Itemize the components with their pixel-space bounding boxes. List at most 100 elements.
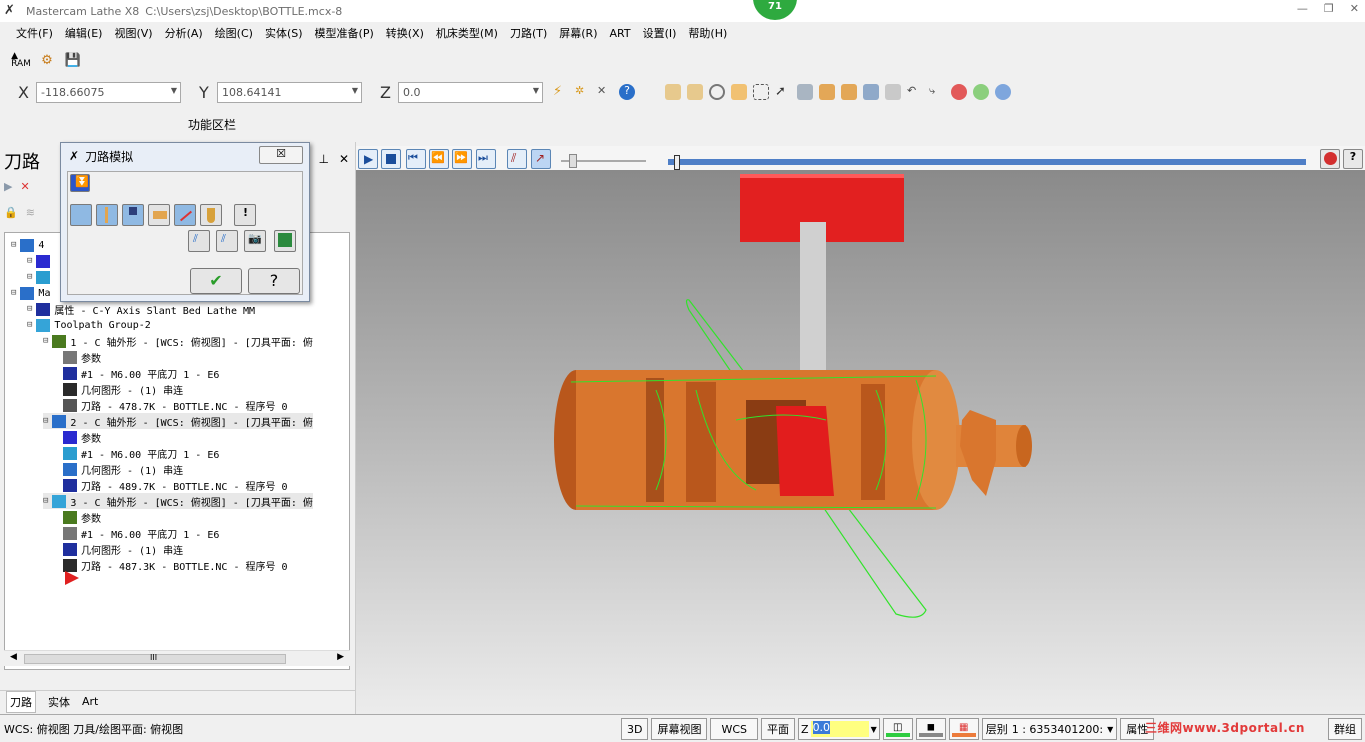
camera-icon[interactable]: 📷 (244, 230, 266, 252)
tree-row[interactable]: 几何图形 - (1) 串连 (59, 381, 183, 397)
menu-view[interactable]: 视图(V) (114, 25, 152, 41)
run-path-icon[interactable] (174, 204, 196, 226)
menu-toolpaths[interactable]: 刀路(T) (510, 25, 547, 41)
tree-row[interactable]: ⊟ 4 (11, 237, 44, 253)
timeline-marker[interactable] (674, 155, 680, 170)
gear-icon[interactable]: ⚙ (38, 51, 56, 69)
tab-solids[interactable]: 实体 (48, 694, 70, 710)
chevron-down-icon[interactable]: ▼ (352, 86, 358, 95)
window-select-icon[interactable] (731, 84, 747, 100)
select-all-icon[interactable] (665, 84, 681, 100)
tree-row[interactable]: ⊟ 1 - C 轴外形 - [WCS: 俯视图] - [刀具平面: 俯 (43, 333, 313, 349)
menu-machine-type[interactable]: 机床类型(M) (436, 25, 498, 41)
menu-screen[interactable]: 屏幕(R) (559, 25, 597, 41)
step-forward-button[interactable]: ⏩ (452, 149, 472, 169)
tree-row[interactable]: #1 - M6.00 平底刀 1 - E6 (59, 525, 219, 541)
maximize-button[interactable]: ❐ (1324, 2, 1334, 15)
tree-row[interactable]: 几何图形 - (1) 串连 (59, 541, 183, 557)
tree-row[interactable]: 参数 (59, 429, 101, 445)
graphics-viewport[interactable] (356, 170, 1365, 714)
group-button[interactable]: 群组 (1328, 718, 1362, 740)
ram-icon[interactable]: ▲ RAM (11, 51, 31, 69)
scroll-right-icon[interactable]: ▶ (337, 652, 344, 662)
chevron-down-icon[interactable]: ▼ (1107, 725, 1113, 734)
scroll-left-icon[interactable]: ◀ (10, 652, 17, 662)
save-icon[interactable] (274, 230, 296, 252)
tree-row[interactable]: #1 - M6.00 平底刀 1 - E6 (59, 445, 219, 461)
chevron-down-icon[interactable]: ▼ (171, 86, 177, 95)
z-depth-input[interactable]: 0.0 (810, 721, 869, 737)
stop-button[interactable] (381, 149, 401, 169)
simulation-timeline[interactable] (668, 159, 1306, 165)
tree-row[interactable]: ⊟ 属性 - C-Y Axis Slant Bed Lathe MM (27, 301, 255, 317)
horizontal-scrollbar[interactable]: ◀ III ▶ (4, 650, 350, 666)
trace-icon[interactable]: ⫽ (216, 230, 238, 252)
alert-button[interactable] (1320, 149, 1340, 169)
expand-icon[interactable]: ⊟ (27, 272, 32, 282)
lock-icon[interactable]: 🔒 (4, 206, 18, 219)
tree-row[interactable]: 几何图形 - (1) 串连 (59, 461, 183, 477)
tab-toolpaths[interactable]: 刀路 (6, 690, 36, 713)
tree-row[interactable]: #1 - M6.00 平底刀 1 - E6 (59, 365, 219, 381)
minimize-button[interactable]: — (1297, 2, 1308, 15)
menu-edit[interactable]: 编辑(E) (65, 25, 103, 41)
show-tool-icon[interactable] (96, 204, 118, 226)
layer-selector[interactable]: 层别 1 : 6353401200: ▼ (981, 718, 1118, 740)
menu-file[interactable]: 文件(F) (16, 25, 53, 41)
solid-body-icon[interactable] (819, 84, 835, 100)
menu-help[interactable]: 帮助(H) (688, 25, 727, 41)
expand-icon[interactable]: ⊟ (43, 416, 48, 426)
color-button[interactable]: ◫ (882, 718, 913, 740)
box-select-icon[interactable] (753, 84, 769, 100)
solid-color-button[interactable]: ◼ (915, 718, 946, 740)
tree-row[interactable]: ⊟ 2 - C 轴外形 - [WCS: 俯视图] - [刀具平面: 俯 (43, 413, 313, 429)
chevron-down-icon[interactable]: ▼ (871, 725, 877, 734)
save-icon[interactable]: 💾 (64, 51, 82, 69)
stop-icon[interactable] (951, 84, 967, 100)
expand-icon[interactable]: ⊟ (27, 256, 32, 266)
undo-select-icon[interactable]: ↶ (907, 84, 923, 100)
wcs-button[interactable]: WCS (710, 718, 759, 740)
menu-art[interactable]: ART (610, 27, 631, 40)
expand-icon[interactable]: ⊟ (11, 288, 16, 298)
tree-row[interactable]: ⊟ (27, 253, 54, 269)
help-circle-icon[interactable] (995, 84, 1011, 100)
crosshair-icon[interactable]: ✕ (597, 84, 613, 100)
menu-settings[interactable]: 设置(I) (643, 25, 677, 41)
ok-icon[interactable] (973, 84, 989, 100)
solid-edge-icon[interactable] (863, 84, 879, 100)
close-icon[interactable]: ✕ (339, 152, 349, 166)
menu-analyze[interactable]: 分析(A) (165, 25, 203, 41)
tab-art[interactable]: Art (82, 695, 98, 708)
pointer-icon[interactable]: ➚ (775, 84, 791, 100)
solid-select-icon[interactable] (797, 84, 813, 100)
solid-face-icon[interactable] (841, 84, 857, 100)
z-depth[interactable]: Z 0.0 ▼ (798, 718, 880, 740)
rotate-icon[interactable] (709, 84, 725, 100)
run-mode-button[interactable]: ↗ (531, 149, 551, 169)
expand-icon[interactable]: ⊟ (11, 240, 16, 250)
tree-row[interactable]: 参数 (59, 509, 101, 525)
insert-arrow-icon[interactable] (65, 571, 79, 585)
3d-toggle[interactable]: 3D (621, 718, 649, 740)
help-button[interactable]: ? (1343, 149, 1363, 169)
plane-button[interactable]: 平面 (761, 718, 796, 740)
tree-row[interactable]: 参数 (59, 349, 101, 365)
y-coordinate-input[interactable]: 108.64141 ▼ (217, 81, 362, 103)
select-last-icon[interactable]: ⤷ (929, 84, 945, 100)
collapse-icon[interactable]: ⏬ (70, 174, 90, 192)
show-holder-icon[interactable] (122, 204, 144, 226)
menu-xform[interactable]: 转换(X) (386, 25, 424, 41)
dialog-help-button[interactable]: ? (248, 268, 300, 294)
menu-model-prep[interactable]: 模型准备(P) (315, 25, 374, 41)
tree-row[interactable]: 刀路 - 478.7K - BOTTLE.NC - 程序号 0 (59, 397, 288, 413)
screen-view-button[interactable]: 屏幕视图 (651, 718, 708, 740)
trace-mode-button[interactable]: ⫽ (507, 149, 527, 169)
tree-row[interactable]: 刀路 - 489.7K - BOTTLE.NC - 程序号 0 (59, 477, 288, 493)
tree-row[interactable]: ⊟ Toolpath Group-2 (27, 317, 151, 333)
menu-solids[interactable]: 实体(S) (265, 25, 303, 41)
speed-slider-thumb[interactable] (569, 154, 577, 168)
autocursor-icon[interactable]: ✲ (575, 84, 591, 100)
ok-button[interactable]: ✔ (190, 268, 242, 294)
tree-row[interactable]: ⊟ 3 - C 轴外形 - [WCS: 俯视图] - [刀具平面: 俯 (43, 493, 313, 509)
